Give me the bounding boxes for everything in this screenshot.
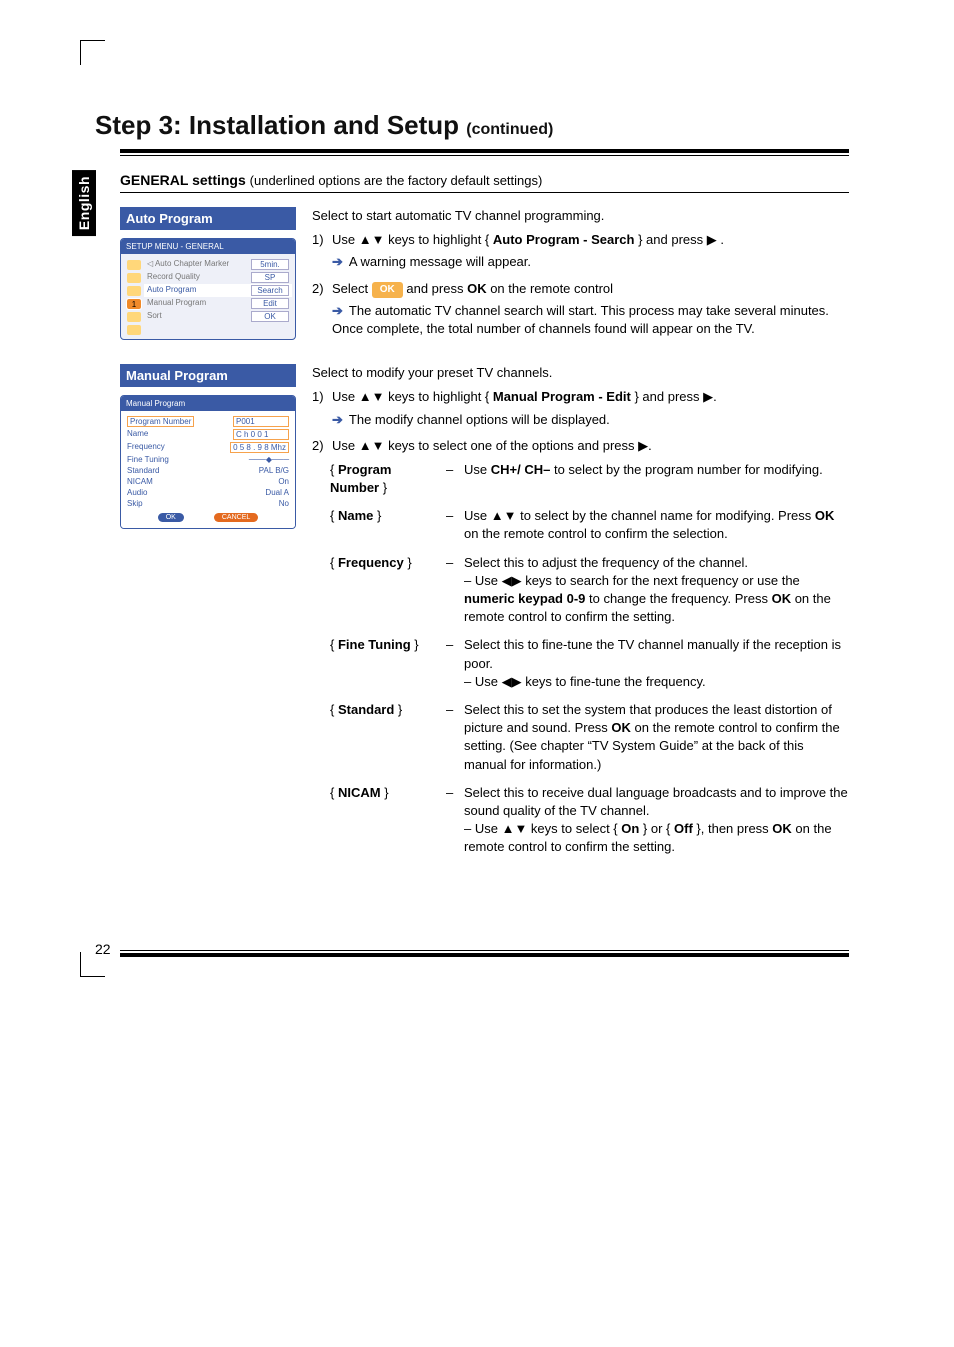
- setup-menu-osd: SETUP MENU - GENERAL 1 ◁ Auto Chapter Ma…: [120, 238, 296, 340]
- ok-badge-icon: OK: [372, 282, 403, 298]
- manual-program-step-1-result: The modify channel options will be displ…: [312, 411, 849, 429]
- up-down-icon: ▲▼: [359, 437, 385, 455]
- osd-row-highlighted: Program NumberP001: [127, 415, 289, 428]
- manual-program-intro: Select to modify your preset TV channels…: [312, 364, 849, 382]
- osd-row: SkipNo: [127, 498, 289, 509]
- rule-bottom-thin: [120, 950, 849, 951]
- section-header-bold: GENERAL settings: [120, 172, 250, 188]
- options-list: { Program Number } – Use CH+/ CH– to sel…: [312, 461, 849, 857]
- osd-row: SortOK: [144, 310, 292, 323]
- manual-program-step-1: 1) Use ▲▼ keys to highlight { Manual Pro…: [312, 388, 849, 406]
- up-down-icon: ▲▼: [359, 231, 385, 249]
- step-number: 2): [312, 280, 326, 298]
- osd-icon: [127, 260, 141, 270]
- osd-cancel-button: CANCEL: [214, 513, 258, 522]
- page-title-main: Step 3: Installation and Setup: [95, 110, 466, 140]
- manual-program-step-2: 2) Use ▲▼ keys to select one of the opti…: [312, 437, 849, 455]
- osd-row: ◁ Auto Chapter Marker5min.: [144, 258, 292, 271]
- auto-program-step-2-result: The automatic TV channel search will sta…: [312, 302, 849, 338]
- osd-icon: [127, 312, 141, 322]
- option-row-program-number: { Program Number } – Use CH+/ CH– to sel…: [330, 461, 849, 497]
- osd-row-highlighted: Auto ProgramSearch: [144, 284, 292, 297]
- left-right-icon: ◀▶: [502, 572, 522, 590]
- osd-row: StandardPAL B/G: [127, 465, 289, 476]
- right-triangle-icon: ▶: [703, 388, 713, 406]
- osd-icon-rail: 1: [124, 258, 144, 335]
- up-down-icon: ▲▼: [502, 820, 528, 838]
- auto-program-step-1-result: A warning message will appear.: [312, 253, 849, 271]
- manual-program-heading: Manual Program: [120, 364, 296, 387]
- step-number: 1): [312, 231, 326, 249]
- up-down-icon: ▲▼: [359, 388, 385, 406]
- auto-program-heading: Auto Program: [120, 207, 296, 230]
- option-row-nicam: { NICAM } – Select this to receive dual …: [330, 784, 849, 857]
- step-number: 2): [312, 437, 326, 455]
- osd-row: NICAMOn: [127, 476, 289, 487]
- osd-icon: [127, 286, 141, 296]
- right-triangle-icon: ▶: [638, 437, 648, 455]
- language-tab: English: [72, 170, 96, 236]
- option-row-standard: { Standard } – Select this to set the sy…: [330, 701, 849, 774]
- osd-icon: [127, 273, 141, 283]
- section-header-note: (underlined options are the factory defa…: [250, 173, 543, 188]
- osd-row: AudioDual A: [127, 487, 289, 498]
- right-triangle-icon: ▶: [707, 231, 717, 249]
- osd-icon-selected: 1: [127, 299, 141, 309]
- left-right-icon: ◀▶: [502, 673, 522, 691]
- osd-icon: [127, 325, 141, 335]
- option-row-fine-tuning: { Fine Tuning } – Select this to fine-tu…: [330, 636, 849, 691]
- option-row-frequency: { Frequency } – Select this to adjust th…: [330, 554, 849, 627]
- auto-program-step-2: 2) Select OK and press OK on the remote …: [312, 280, 849, 298]
- osd-row: Record QualitySP: [144, 271, 292, 284]
- manual-program-osd-title: Manual Program: [121, 396, 295, 411]
- crop-mark-top-left: [80, 40, 105, 65]
- section-header: GENERAL settings (underlined options are…: [120, 166, 849, 193]
- osd-row: Manual ProgramEdit: [144, 297, 292, 310]
- page-title: Step 3: Installation and Setup (continue…: [95, 110, 874, 141]
- osd-row: NameC h 0 0 1: [127, 428, 289, 441]
- page-title-continued: (continued): [466, 121, 553, 138]
- auto-program-step-1: 1) Use ▲▼ keys to highlight { Auto Progr…: [312, 231, 849, 249]
- page-number: 22: [95, 941, 111, 957]
- option-row-name: { Name } – Use ▲▼ to select by the chann…: [330, 507, 849, 543]
- rule-top-thin: [120, 155, 849, 156]
- osd-row: Frequency0 5 8 . 9 8 Mhz: [127, 441, 289, 454]
- osd-row: Fine Tuning───◆───: [127, 454, 289, 465]
- auto-program-intro: Select to start automatic TV channel pro…: [312, 207, 849, 225]
- rule-top-thick: [120, 149, 849, 153]
- step-number: 1): [312, 388, 326, 406]
- setup-menu-osd-title: SETUP MENU - GENERAL: [121, 239, 295, 254]
- osd-ok-button: OK: [158, 513, 184, 522]
- up-down-icon: ▲▼: [491, 507, 517, 525]
- rule-bottom-thick: [120, 953, 849, 957]
- manual-program-osd: Manual Program Program NumberP001 NameC …: [120, 395, 296, 529]
